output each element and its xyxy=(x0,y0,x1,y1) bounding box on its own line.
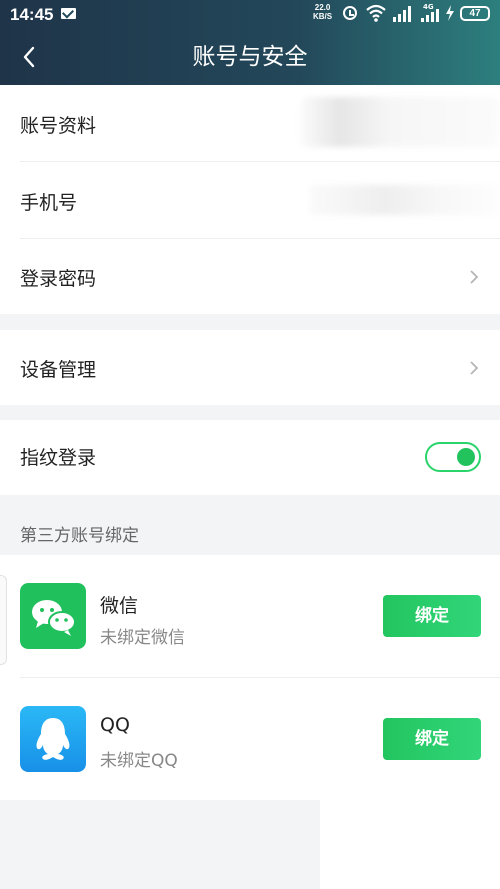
bottom-panel xyxy=(320,800,500,889)
charging-bolt-icon xyxy=(446,5,454,21)
third-party-section: 微信 未绑定微信 绑定 QQ 未绑定QQ 绑定 xyxy=(0,555,500,800)
wechat-name: 微信 xyxy=(100,595,139,617)
fingerprint-label: 指纹登录 xyxy=(20,447,97,469)
back-button[interactable] xyxy=(18,45,42,69)
login-password-row[interactable]: 登录密码 xyxy=(0,239,500,314)
device-management-row[interactable]: 设备管理 xyxy=(0,330,500,405)
wechat-status: 未绑定微信 xyxy=(100,628,185,648)
device-section: 设备管理 xyxy=(0,330,500,405)
battery-icon: 47 xyxy=(460,6,490,21)
wifi-icon xyxy=(366,4,386,22)
redacted-profile xyxy=(300,97,500,147)
bind-qq-button[interactable]: 绑定 xyxy=(383,718,481,760)
account-profile-label: 账号资料 xyxy=(20,115,97,137)
chevron-right-icon xyxy=(470,270,479,284)
edge-handle[interactable] xyxy=(0,575,7,665)
toggle-knob xyxy=(457,448,475,466)
wechat-row: 微信 未绑定微信 绑定 xyxy=(0,555,500,677)
device-management-label: 设备管理 xyxy=(20,359,97,381)
network-speed: 22.0 KB/S xyxy=(313,3,333,21)
qq-name: QQ xyxy=(100,714,130,736)
signal-icon xyxy=(421,9,441,22)
signal-icon xyxy=(393,6,415,22)
alarm-icon xyxy=(343,6,357,20)
fingerprint-toggle[interactable] xyxy=(425,442,481,472)
qq-icon xyxy=(20,706,86,772)
qq-row: QQ 未绑定QQ 绑定 xyxy=(0,678,500,800)
mail-icon xyxy=(61,8,76,19)
status-time: 14:45 xyxy=(10,5,54,24)
login-password-label: 登录密码 xyxy=(20,268,97,290)
page-title: 账号与安全 xyxy=(192,44,308,70)
third-party-section-title: 第三方账号绑定 xyxy=(20,526,139,546)
bind-wechat-button[interactable]: 绑定 xyxy=(383,595,481,637)
status-bar: 14:45 22.0 KB/S 4G 47 xyxy=(0,0,500,30)
phone-label: 手机号 xyxy=(20,192,78,214)
chevron-right-icon xyxy=(470,361,479,375)
redacted-phone xyxy=(310,185,500,215)
title-bar: 账号与安全 xyxy=(0,30,500,85)
wechat-icon xyxy=(20,583,86,649)
qq-status: 未绑定QQ xyxy=(100,751,178,771)
